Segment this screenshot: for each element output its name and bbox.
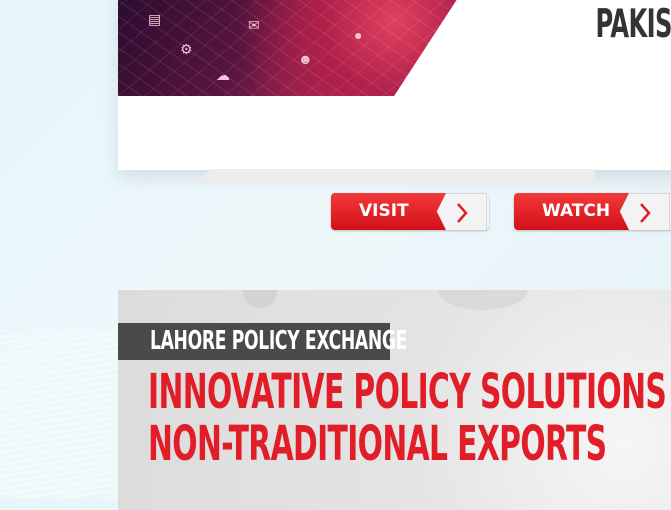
chevron-right-icon (621, 193, 670, 230)
headline-line-2: F (596, 50, 671, 100)
card-headline: PAKIST F (596, 0, 671, 100)
cloud-icon: ☁ (216, 67, 230, 83)
user-icon: ☻ (298, 51, 313, 67)
banner-image: ▤ ⚙ ✉ ☻ ● ☁ (118, 0, 463, 96)
headline-line-1: PAKIST (595, 2, 671, 47)
featured-card-bottom[interactable]: LAHORE POLICY EXCHANGE INNOVATIVE POLICY… (118, 290, 671, 510)
network-pattern (118, 0, 463, 96)
event-tag-label: LAHORE POLICY EXCHANGE (150, 326, 408, 356)
visit-button[interactable]: VISIT (331, 193, 489, 230)
decorative-blob (438, 290, 528, 310)
lightbulb-icon: ● (354, 27, 363, 43)
title-line-1: INNOVATIVE POLICY SOLUTIONS T (148, 364, 671, 420)
chart-icon: ▤ (148, 11, 162, 27)
visit-label: VISIT (331, 193, 446, 230)
watch-button[interactable]: WATCH (514, 193, 671, 230)
gear-icon: ⚙ (180, 41, 193, 57)
background-lines (0, 330, 130, 498)
chevron-right-icon (438, 193, 487, 230)
card-footer-stripe (195, 169, 595, 183)
chat-icon: ✉ (248, 17, 260, 33)
card-title: INNOVATIVE POLICY SOLUTIONS T NON-TRADIT… (148, 366, 671, 470)
title-line-2: NON-TRADITIONAL EXPORTS (148, 416, 607, 472)
event-tag: LAHORE POLICY EXCHANGE (118, 323, 407, 360)
watch-label: WATCH (514, 193, 629, 230)
decorative-blob (243, 290, 277, 308)
featured-card-top[interactable]: ▤ ⚙ ✉ ☻ ● ☁ PAKIST F (118, 0, 671, 170)
